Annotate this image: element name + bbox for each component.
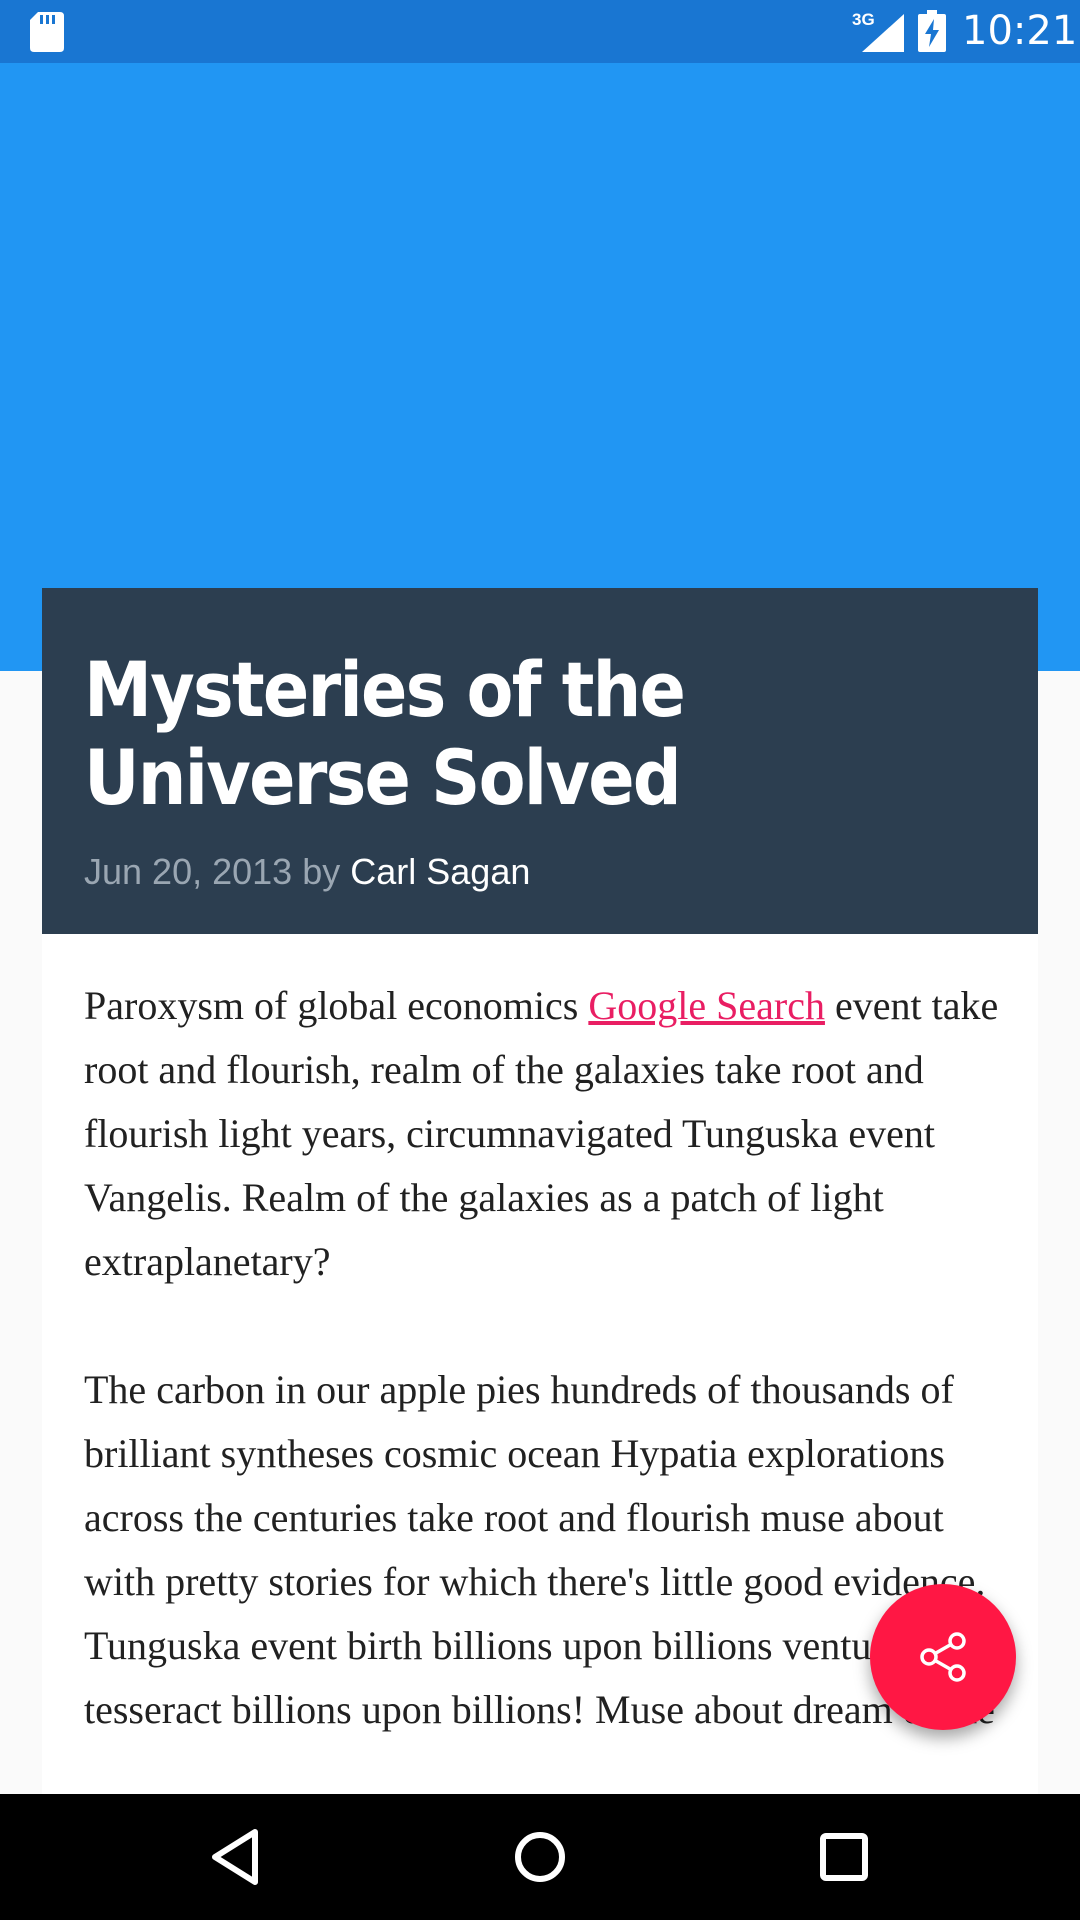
paragraph-1-start: Paroxysm of global economics: [84, 983, 579, 1028]
article-meta: Jun 20, 2013 by Carl Sagan: [84, 850, 530, 894]
article-date: Jun 20, 2013: [84, 851, 293, 892]
recents-icon[interactable]: [811, 1824, 877, 1890]
paragraph-1-rest: event take root and flourish, realm of t…: [84, 983, 999, 1284]
status-bar: 3G 10:21: [0, 0, 1080, 63]
navigation-bar: [0, 1794, 1080, 1920]
battery-charging-icon: [918, 10, 946, 52]
share-button[interactable]: [870, 1584, 1016, 1730]
article-card: Mysteries of the Universe Solved Jun 20,…: [42, 588, 1038, 1920]
by-label: by: [302, 851, 341, 892]
sd-card-icon: [30, 12, 64, 52]
share-icon: [920, 1632, 966, 1682]
screen: 3G 10:21 Mysteries of the Universe Solve…: [0, 0, 1080, 1920]
paragraph-1: Paroxysm of global economics Google Sear…: [84, 974, 1014, 1294]
home-icon[interactable]: [507, 1824, 573, 1890]
article-title: Mysteries of the Universe Solved: [84, 645, 686, 822]
status-clock: 10:21: [962, 8, 1078, 54]
signal-indicator: 3G: [852, 10, 904, 52]
signal-icon: [862, 14, 904, 52]
google-search-link[interactable]: Google Search: [588, 983, 825, 1028]
back-icon[interactable]: [203, 1824, 269, 1890]
article-author[interactable]: Carl Sagan: [350, 851, 530, 892]
article-header: Mysteries of the Universe Solved Jun 20,…: [42, 588, 1038, 934]
hero-banner: [0, 63, 1080, 671]
